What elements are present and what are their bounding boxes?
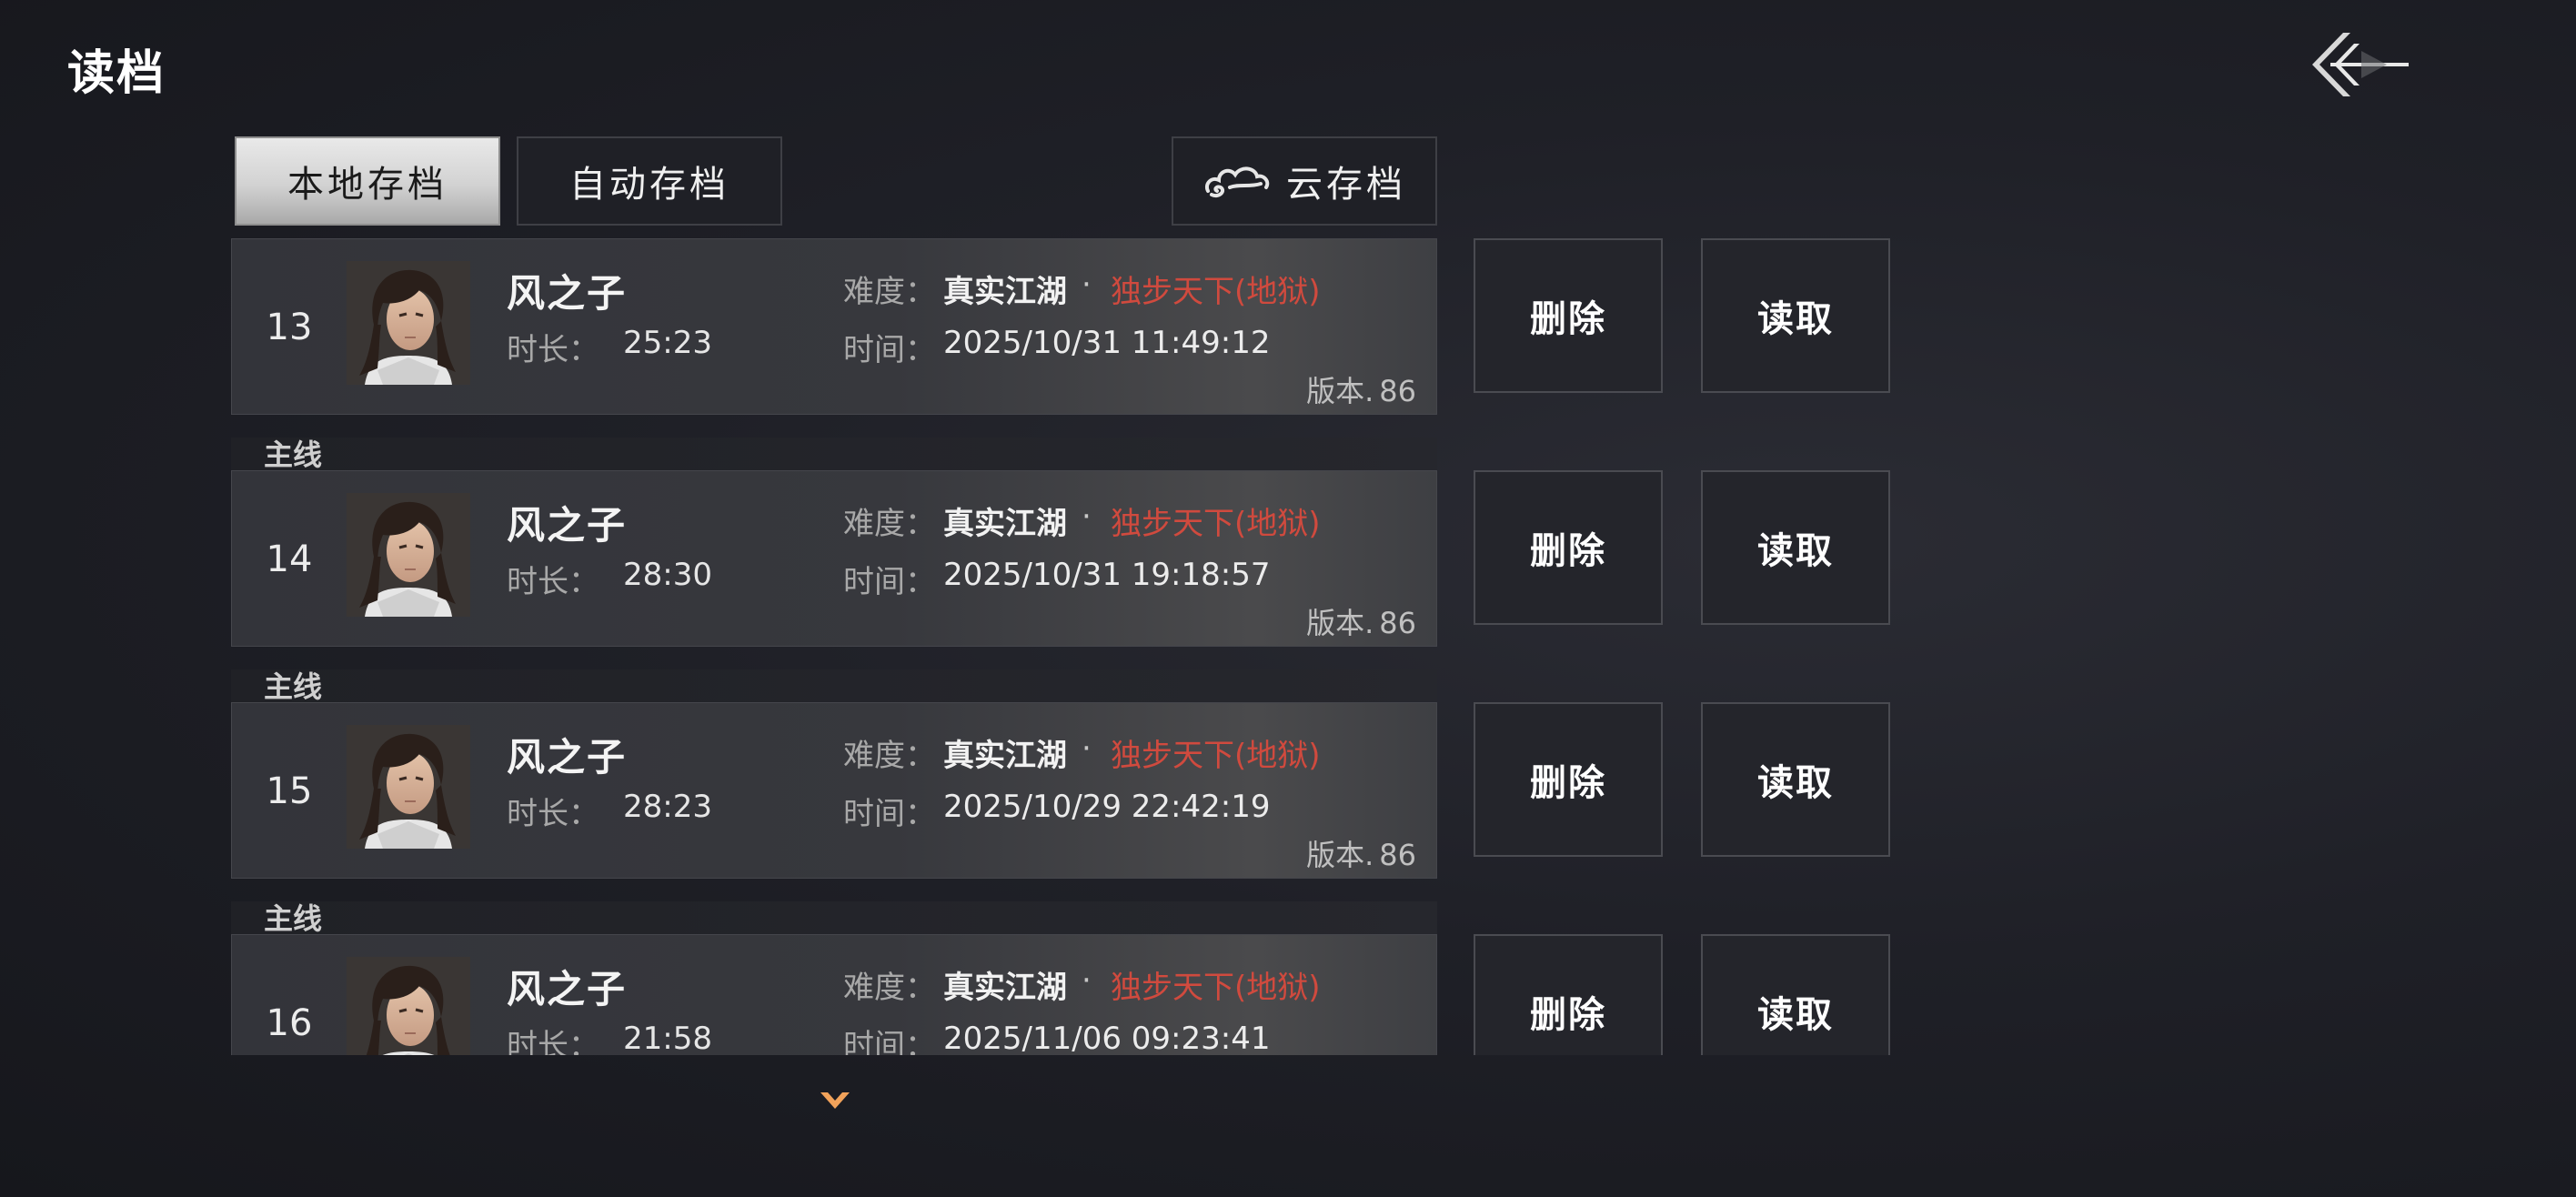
save-list[interactable]: 13 风之子 时长： 25:23 难度： 真实江湖 · 独步天下(地狱) 时间：…	[231, 238, 1896, 1055]
character-portrait-icon	[347, 493, 470, 617]
difficulty-separator: ·	[1082, 962, 1092, 999]
chevron-down-icon	[820, 1092, 850, 1109]
save-slot-tag: 主线	[231, 438, 1437, 472]
difficulty-mode: 独步天下(地狱)	[1111, 506, 1321, 542]
time-label: 时间：	[843, 796, 936, 832]
page-title: 读档	[67, 46, 166, 101]
scroll-down-button[interactable]	[815, 1084, 855, 1117]
tab-local-save[interactable]: 本地存档	[235, 136, 500, 226]
character-portrait-icon	[347, 725, 470, 849]
delete-button[interactable]: 删除	[1474, 934, 1663, 1055]
tab-cloud-label: 云存档	[1286, 164, 1406, 206]
difficulty-separator: ·	[1082, 267, 1092, 303]
duration-label: 时长：	[507, 1028, 599, 1055]
difficulty-separator: ·	[1082, 498, 1092, 535]
duration-value: 21:58	[623, 1021, 712, 1055]
difficulty-separator: ·	[1082, 730, 1092, 767]
time-label: 时间：	[843, 332, 936, 368]
character-portrait-icon	[347, 261, 470, 385]
difficulty-mode: 独步天下(地狱)	[1111, 274, 1321, 310]
time-value: 2025/10/29 22:42:19	[943, 789, 1271, 825]
cloud-icon	[1205, 166, 1270, 197]
version-text: 版本. 86	[1301, 368, 1416, 410]
duration-label: 时长：	[507, 564, 599, 600]
time-value: 2025/10/31 11:49:12	[943, 325, 1271, 361]
save-slot-card[interactable]: 15 风之子 时长： 28:23 难度： 真实江湖 · 独步天下(地狱) 时间：…	[231, 702, 1437, 879]
load-button[interactable]: 读取	[1701, 470, 1890, 625]
difficulty-label: 难度：	[843, 506, 936, 542]
save-slot-tag: 主线	[231, 901, 1437, 936]
load-button[interactable]: 读取	[1701, 934, 1890, 1055]
difficulty-value: 真实江湖	[943, 970, 1067, 1006]
character-name: 风之子	[507, 967, 628, 1011]
difficulty-mode: 独步天下(地狱)	[1111, 738, 1321, 774]
duration-value: 25:23	[623, 325, 712, 361]
version-label: 版本.	[1306, 374, 1374, 408]
difficulty-mode: 独步天下(地狱)	[1111, 970, 1321, 1006]
version-label: 版本.	[1306, 838, 1374, 872]
save-slot-number: 13	[266, 307, 313, 348]
difficulty-label: 难度：	[843, 738, 936, 774]
character-portrait-icon	[347, 957, 470, 1055]
save-slot-tag: 主线	[231, 669, 1437, 704]
version-value: 86	[1379, 838, 1416, 872]
save-slot-number: 14	[266, 538, 313, 580]
save-slot[interactable]: 主线 15 风之子 时长： 28:23 难度： 真实江湖 · 独步天下(地狱) …	[231, 669, 1896, 920]
save-slot-number: 15	[266, 770, 313, 812]
save-slot[interactable]: 主线 16 风之子 时长： 21:58 难度： 真实江湖 · 独步天下(地狱) …	[231, 901, 1896, 1055]
difficulty-value: 真实江湖	[943, 274, 1067, 310]
tab-auto-save[interactable]: 自动存档	[517, 136, 782, 226]
version-value: 86	[1379, 374, 1416, 408]
save-slot[interactable]: 13 风之子 时长： 25:23 难度： 真实江湖 · 独步天下(地狱) 时间：…	[231, 238, 1896, 457]
difficulty-label: 难度：	[843, 970, 936, 1006]
avatar	[347, 725, 470, 849]
save-slot-card[interactable]: 13 风之子 时长： 25:23 难度： 真实江湖 · 独步天下(地狱) 时间：…	[231, 238, 1437, 415]
difficulty-label: 难度：	[843, 274, 936, 310]
version-value: 86	[1379, 606, 1416, 640]
save-slot[interactable]: 主线 14 风之子 时长： 28:30 难度： 真实江湖 · 独步天下(地狱) …	[231, 438, 1896, 689]
time-label: 时间：	[843, 564, 936, 600]
avatar	[347, 493, 470, 617]
avatar	[347, 261, 470, 385]
delete-button[interactable]: 删除	[1474, 702, 1663, 857]
difficulty-value: 真实江湖	[943, 506, 1067, 542]
difficulty-value: 真实江湖	[943, 738, 1067, 774]
save-slot-card[interactable]: 16 风之子 时长： 21:58 难度： 真实江湖 · 独步天下(地狱) 时间：…	[231, 934, 1437, 1055]
load-button[interactable]: 读取	[1701, 238, 1890, 393]
time-value: 2025/11/06 09:23:41	[943, 1021, 1271, 1055]
character-name: 风之子	[507, 735, 628, 780]
duration-value: 28:23	[623, 789, 712, 825]
back-arrow-icon	[2312, 33, 2409, 96]
time-label: 时间：	[843, 1028, 936, 1055]
save-slot-card[interactable]: 14 风之子 时长： 28:30 难度： 真实江湖 · 独步天下(地狱) 时间：…	[231, 470, 1437, 647]
character-name: 风之子	[507, 271, 628, 316]
version-text: 版本. 86	[1301, 832, 1416, 874]
version-label: 版本.	[1306, 606, 1374, 640]
load-button[interactable]: 读取	[1701, 702, 1890, 857]
character-name: 风之子	[507, 503, 628, 548]
duration-value: 28:30	[623, 557, 712, 593]
tab-cloud-save[interactable]: 云存档	[1172, 136, 1437, 226]
duration-label: 时长：	[507, 796, 599, 832]
version-text: 版本. 86	[1301, 600, 1416, 642]
back-button[interactable]	[2307, 24, 2412, 106]
delete-button[interactable]: 删除	[1474, 470, 1663, 625]
save-slot-number: 16	[266, 1002, 313, 1044]
delete-button[interactable]: 删除	[1474, 238, 1663, 393]
duration-label: 时长：	[507, 332, 599, 368]
time-value: 2025/10/31 19:18:57	[943, 557, 1271, 593]
avatar	[347, 957, 470, 1055]
